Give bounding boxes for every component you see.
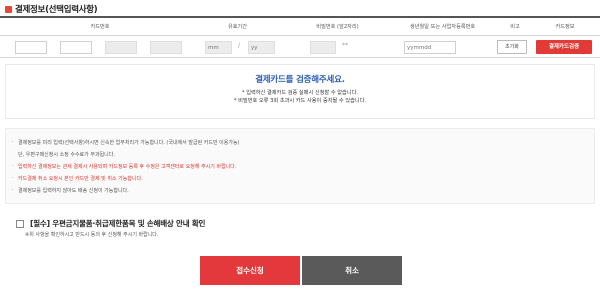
reset-button[interactable]: 초기화 — [497, 40, 527, 54]
agree-checkbox[interactable] — [16, 219, 24, 228]
section-title: 결제정보(선택입력사항) — [15, 5, 98, 15]
header-password: 비밀번호 (앞2자리) — [316, 24, 359, 30]
notice-item: · 결제정보를 미리 입력(선택사항)하시면 신속한 업무처리가 가능합니다. (… — [12, 139, 240, 146]
card-number-field-3[interactable] — [105, 41, 137, 54]
header-card-number: 카드번호 — [90, 24, 110, 30]
notice-item-warning: · 입력하신 결제정보는 관세 결제시 사용되며 카드정보 등록 후 수정은 고객… — [12, 163, 237, 170]
verify-line-2: * 비밀번호 오류 3회 초과시 카드 사용이 중지될 수 있습니다. — [233, 98, 367, 104]
expiry-year-field[interactable] — [248, 41, 275, 54]
header-note: 비고 — [510, 24, 520, 30]
card-number-field-4[interactable] — [150, 41, 182, 54]
agree-description: ※위 사항을 확인하시고 반드시 동의 후 신청해 주시기 바랍니다. — [25, 232, 159, 238]
bullet-icon — [5, 5, 12, 13]
card-table: 카드번호 유효기간 비밀번호 (앞2자리) 생년월일 또는 사업자등록번호 비고… — [0, 16, 600, 58]
expiry-separator: / — [238, 42, 241, 49]
notice-box: · 결제정보를 미리 입력(선택사항)하시면 신속한 업무처리가 가능합니다. (… — [5, 128, 595, 204]
verify-message-box: 결제카드를 검증해주세요. * 입력하신 결제카드 검증 실패시 신청할 수 없… — [5, 64, 595, 119]
table-input-row: / ** 초기화 결제카드검증 — [0, 36, 600, 58]
notice-item: · 결제정보를 입력하지 않아도 배송 신청이 가능합니다. — [12, 187, 129, 194]
verify-line-1: * 입력하신 결제카드 검증 실패시 신청할 수 없습니다. — [241, 90, 358, 96]
verify-card-button[interactable]: 결제카드검증 — [536, 40, 592, 54]
header-birth: 생년월일 또는 사업자등록번호 — [409, 24, 476, 30]
birth-field[interactable] — [404, 41, 456, 54]
password-mask-suffix: ** — [342, 42, 348, 49]
notice-item: 단, 우편구매신청시 소정 수수료가 부과됩니다. — [18, 152, 115, 158]
password-field[interactable] — [310, 41, 336, 54]
card-number-field-2[interactable] — [60, 41, 92, 54]
table-header-row: 카드번호 유효기간 비밀번호 (앞2자리) 생년월일 또는 사업자등록번호 비고… — [0, 16, 600, 36]
expiry-month-field[interactable] — [205, 41, 232, 54]
cancel-button[interactable]: 취소 — [302, 256, 402, 285]
header-expiry: 유효기간 — [227, 24, 248, 30]
verify-title: 결제카드를 검증해주세요. — [255, 75, 345, 85]
section-header: 결제정보(선택입력사항) — [5, 3, 98, 15]
header-card-info: 카드정보 — [555, 24, 575, 30]
card-number-field-1[interactable] — [15, 41, 47, 54]
agreement-row: [필수] 우편금지물품·취급제한품목 및 손해배상 안내 확인 — [16, 218, 205, 229]
agree-label: [필수] 우편금지물품·취급제한품목 및 손해배상 안내 확인 — [30, 219, 206, 228]
notice-item-warning: · 카드결제 취소 요청시 본인 카드만 결제 및 취소 가능합니다. — [12, 175, 143, 182]
submit-button[interactable]: 접수신청 — [200, 256, 300, 285]
